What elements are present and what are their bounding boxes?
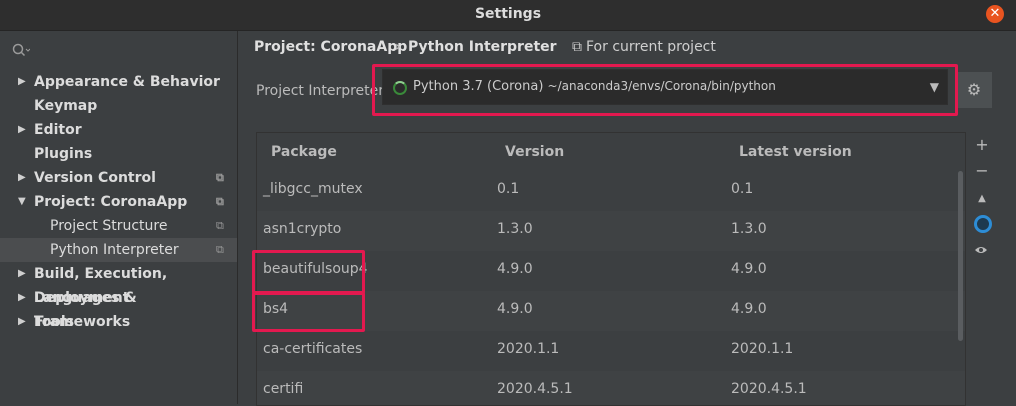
project-scope-icon: ⧉ <box>216 171 224 184</box>
package-version: 1.3.0 <box>497 221 533 237</box>
close-icon[interactable]: ✕ <box>986 5 1004 23</box>
sidebar-item-keymap[interactable]: Keymap <box>0 94 237 118</box>
sidebar-item-editor[interactable]: ▶ Editor <box>0 118 237 142</box>
sidebar-item-label: Project Structure <box>50 218 168 234</box>
package-latest: 4.9.0 <box>731 301 767 317</box>
package-latest: 0.1 <box>731 181 754 197</box>
project-scope-icon: ⧉ <box>216 195 224 208</box>
sidebar-item-python-interpreter[interactable]: Python Interpreter ⧉ <box>0 238 237 262</box>
breadcrumb-project[interactable]: Project: CoronaApp <box>254 39 407 55</box>
settings-sidebar: ▶ Appearance & Behavior Keymap ▶ Editor … <box>0 31 238 404</box>
show-early-releases-icon[interactable] <box>974 243 988 253</box>
table-scrollbar[interactable] <box>958 171 963 341</box>
sidebar-item-version-control[interactable]: ▶ Version Control ⧉ <box>0 166 237 190</box>
upgrade-package-icon[interactable]: ▲ <box>974 191 990 207</box>
sidebar-item-label: Plugins <box>34 146 93 162</box>
project-scope-icon: ⧉ <box>216 219 224 232</box>
sidebar-item-languages-frameworks[interactable]: ▶ Languages & Frameworks <box>0 286 237 330</box>
conda-package-manager-icon[interactable] <box>974 215 992 233</box>
expand-arrow-icon[interactable]: ▶ <box>18 262 26 286</box>
title-bar: Settings ✕ <box>0 0 1016 31</box>
table-header: Package Version Latest version <box>257 133 965 171</box>
package-version: 4.9.0 <box>497 261 533 277</box>
beautifulsoup4-highlight-box <box>252 250 365 294</box>
table-row[interactable]: asn1crypto 1.3.0 1.3.0 <box>257 211 965 251</box>
interpreter-label: Project Interpreter: <box>256 83 389 99</box>
package-latest: 2020.4.5.1 <box>731 381 807 397</box>
sidebar-item-label: Editor <box>34 122 82 138</box>
expand-arrow-icon[interactable]: ▶ <box>18 70 26 94</box>
column-header-version[interactable]: Version <box>505 144 564 160</box>
sidebar-item-plugins[interactable]: Plugins <box>0 142 237 166</box>
sidebar-item-build-execution-deployment[interactable]: ▶ Build, Execution, Deployment <box>0 262 237 306</box>
package-latest: 4.9.0 <box>731 261 767 277</box>
add-package-icon[interactable]: + <box>974 137 990 153</box>
table-row[interactable]: ca-certificates 2020.1.1 2020.1.1 <box>257 331 965 371</box>
column-header-latest-version[interactable]: Latest version <box>739 144 852 160</box>
project-scope-icon: ⧉ <box>216 243 224 256</box>
sidebar-item-label: Appearance & Behavior <box>34 74 220 90</box>
column-header-package[interactable]: Package <box>271 144 337 160</box>
interpreter-settings-button[interactable]: ⚙ <box>956 72 992 108</box>
gear-icon: ⚙ <box>966 80 982 99</box>
sidebar-item-label: Project: CoronaApp <box>34 194 188 210</box>
table-row[interactable]: certifi 2020.4.5.1 2020.4.5.1 <box>257 371 965 405</box>
package-name: ca-certificates <box>263 341 363 357</box>
settings-content: Project: CoronaApp › Python Interpreter … <box>238 31 1016 406</box>
sidebar-item-label: Python Interpreter <box>50 242 179 258</box>
sidebar-item-label: Version Control <box>34 170 156 186</box>
expand-arrow-icon[interactable]: ▶ <box>18 310 26 334</box>
breadcrumb-page: Python Interpreter <box>408 39 557 55</box>
collapse-arrow-icon[interactable]: ▼ <box>18 190 26 214</box>
remove-package-icon[interactable]: − <box>974 163 990 179</box>
scope-note: For current project <box>586 39 716 55</box>
package-version: 2020.1.1 <box>497 341 560 357</box>
expand-arrow-icon[interactable]: ▶ <box>18 286 26 310</box>
table-row[interactable]: _libgcc_mutex 0.1 0.1 <box>257 171 965 211</box>
package-latest: 1.3.0 <box>731 221 767 237</box>
expand-arrow-icon[interactable]: ▶ <box>18 118 26 142</box>
package-version: 4.9.0 <box>497 301 533 317</box>
sidebar-item-project-coronaapp[interactable]: ▼ Project: CoronaApp ⧉ <box>0 190 237 214</box>
package-version: 0.1 <box>497 181 520 197</box>
package-version: 2020.4.5.1 <box>497 381 573 397</box>
search-icon[interactable] <box>12 43 222 63</box>
scope-icon: ⧉ <box>572 39 582 55</box>
package-name: _libgcc_mutex <box>263 181 363 197</box>
interpreter-highlight-box <box>372 64 958 116</box>
sidebar-item-project-structure[interactable]: Project Structure ⧉ <box>0 214 237 238</box>
bs4-highlight-box <box>252 292 365 332</box>
package-latest: 2020.1.1 <box>731 341 794 357</box>
sidebar-item-label: Keymap <box>34 98 98 114</box>
sidebar-item-appearance-behavior[interactable]: ▶ Appearance & Behavior <box>0 70 237 94</box>
window-title: Settings <box>474 6 542 22</box>
package-name: asn1crypto <box>263 221 342 237</box>
sidebar-item-label: Tools <box>34 314 75 330</box>
breadcrumb-separator: › <box>395 39 401 55</box>
sidebar-item-tools[interactable]: ▶ Tools <box>0 310 237 334</box>
expand-arrow-icon[interactable]: ▶ <box>18 166 26 190</box>
package-name: certifi <box>263 381 304 397</box>
